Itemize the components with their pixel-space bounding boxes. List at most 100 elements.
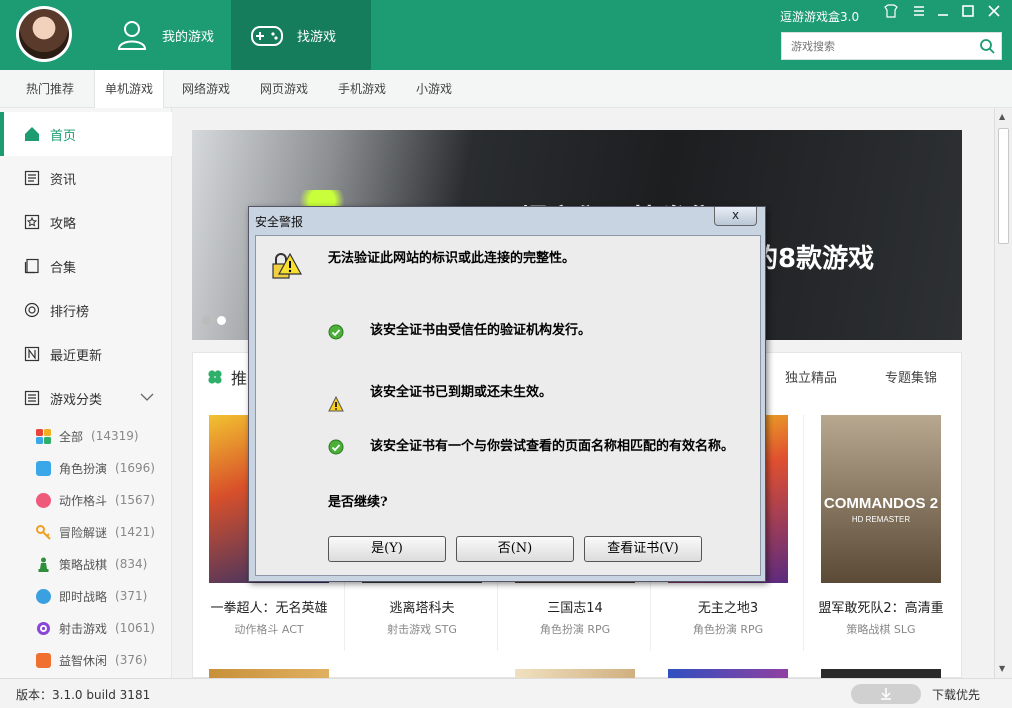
home-icon xyxy=(25,127,39,141)
check-icon xyxy=(328,324,344,340)
subnav-online[interactable]: 网络游戏 xyxy=(182,70,230,108)
avatar-image xyxy=(19,9,69,59)
subnav-single-player[interactable]: 单机游戏 xyxy=(94,70,165,109)
mask-icon xyxy=(36,460,51,476)
app-title: 逗游游戏盒3.0 xyxy=(780,10,860,24)
dialog-title: 安全警报 xyxy=(255,215,304,229)
new-icon xyxy=(24,346,40,362)
close-icon[interactable] xyxy=(985,4,1003,22)
sidebar-item-label: 合集 xyxy=(50,260,77,276)
continue-question: 是否继续? xyxy=(328,495,388,510)
game-name: 无主之地3 xyxy=(697,601,759,616)
yes-button[interactable]: 是(Y) xyxy=(328,536,446,562)
dialog-body: 无法验证此网站的标识或此连接的完整性。 该安全证书由受信任的验证机构发行。 该安… xyxy=(255,235,761,576)
search-icon[interactable] xyxy=(979,38,995,54)
category-adventure[interactable]: 冒险解谜 (1421) xyxy=(36,516,155,548)
download-icon xyxy=(881,688,891,700)
sidebar-item-collections[interactable]: 合集 xyxy=(0,244,172,288)
scroll-up-icon[interactable]: ▲ xyxy=(999,112,1005,121)
no-button[interactable]: 否(N) xyxy=(456,536,574,562)
subnav-web[interactable]: 网页游戏 xyxy=(260,70,308,108)
game-cover: COMMANDOS 2 HD REMASTER xyxy=(821,415,941,583)
panel-title-text: 推 xyxy=(231,369,248,388)
sidebar-item-label: 排行榜 xyxy=(50,304,90,320)
download-priority-toggle[interactable]: 下载优先 xyxy=(932,686,980,703)
security-alert-dialog: 安全警报 x 无法验证此网站的标识或此连接的完整性。 该安全证书由受信任的验证机… xyxy=(248,206,766,582)
carousel-dot[interactable] xyxy=(202,316,211,325)
target-icon xyxy=(37,621,50,635)
category-count: (376) xyxy=(115,653,148,667)
maximize-icon[interactable] xyxy=(959,4,977,22)
category-strategy[interactable]: 策略战棋 (834) xyxy=(36,548,147,580)
carousel-dot[interactable] xyxy=(217,316,226,325)
sidebar-item-categories[interactable]: 游戏分类 xyxy=(0,376,172,420)
category-label: 射击游戏 xyxy=(59,621,108,636)
category-label: 益智休闲 xyxy=(59,653,108,668)
tab-topics[interactable]: 专题集锦 xyxy=(885,367,937,386)
category-puzzle[interactable]: 益智休闲 (376) xyxy=(36,644,147,676)
sidebar-item-home[interactable]: 首页 xyxy=(0,112,172,156)
menu-icon[interactable] xyxy=(910,4,928,22)
star-icon xyxy=(24,214,40,230)
subnav-hot[interactable]: 热门推荐 xyxy=(26,70,74,108)
tab-find-games-label: 找游戏 xyxy=(297,29,337,45)
search-box xyxy=(781,32,1002,60)
game-card[interactable]: COMMANDOS 2 HD REMASTER 盟军敢死队2：高清重 策略战棋 … xyxy=(805,415,957,651)
sidebar-item-ranking[interactable]: 排行榜 xyxy=(0,288,172,332)
search-input[interactable] xyxy=(782,33,972,59)
user-icon xyxy=(117,21,147,50)
tab-indie[interactable]: 独立精品 xyxy=(785,367,837,386)
category-action[interactable]: 动作格斗 (1567) xyxy=(36,484,155,516)
medal-icon xyxy=(24,302,40,318)
app-header: 我的游戏 找游戏 逗游游戏盒3.0 xyxy=(0,0,1012,70)
game-tag: 角色扮演 RPG xyxy=(539,623,611,636)
game-name: 逃离塔科夫 xyxy=(389,601,455,616)
game-name: 盟军敢死队2：高清重 xyxy=(818,601,944,616)
tab-my-games-label: 我的游戏 xyxy=(162,29,215,45)
chevron-down-icon[interactable] xyxy=(140,392,154,402)
game-tag: 策略战棋 SLG xyxy=(846,623,916,636)
category-rts[interactable]: 即时战略 (371) xyxy=(36,580,147,612)
tab-my-games[interactable]: 我的游戏 xyxy=(96,0,236,70)
lock-warning-icon xyxy=(272,252,302,279)
sidebar-item-news[interactable]: 资讯 xyxy=(0,156,172,200)
category-label: 即时战略 xyxy=(59,589,108,604)
gamepad-icon xyxy=(251,26,283,46)
subnav-mobile[interactable]: 手机游戏 xyxy=(338,70,386,108)
sidebar-item-label: 最近更新 xyxy=(50,348,103,364)
scroll-down-icon[interactable]: ▼ xyxy=(999,664,1005,673)
status-bar: 版本：3.1.0 build 3181 下载优先 xyxy=(0,678,1012,708)
sidebar-item-label: 首页 xyxy=(50,128,77,144)
sidebar-item-label: 资讯 xyxy=(50,172,77,188)
tab-find-games[interactable]: 找游戏 xyxy=(231,0,371,70)
warning-icon xyxy=(328,396,344,412)
subnav-mini[interactable]: 小游戏 xyxy=(416,70,452,108)
cert-status-trusted: 该安全证书由受信任的验证机构发行。 xyxy=(370,323,592,338)
category-rpg[interactable]: 角色扮演 (1696) xyxy=(36,452,155,484)
category-label: 策略战棋 xyxy=(59,557,108,572)
dialog-close-button[interactable]: x xyxy=(714,207,757,226)
category-label: 角色扮演 xyxy=(59,461,108,476)
category-label: 冒险解谜 xyxy=(59,525,108,540)
dialog-header-message: 无法验证此网站的标识或此连接的完整性。 xyxy=(328,251,576,266)
scroll-thumb[interactable] xyxy=(998,128,1009,244)
sidebar-item-label: 攻略 xyxy=(50,216,77,232)
collection-icon xyxy=(24,258,39,274)
sidebar-item-guides[interactable]: 攻略 xyxy=(0,200,172,244)
scrollbar[interactable]: ▲ ▼ xyxy=(994,108,1012,678)
game-tag: 角色扮演 RPG xyxy=(692,623,764,636)
check-icon xyxy=(328,439,344,455)
category-nav: 热门推荐 单机游戏 网络游戏 网页游戏 手机游戏 小游戏 xyxy=(0,70,1012,109)
banner-subheadline: 的8款游戏 xyxy=(752,244,875,274)
skin-icon[interactable] xyxy=(882,4,900,22)
category-count: (14319) xyxy=(91,429,139,443)
download-button[interactable] xyxy=(851,684,921,704)
cert-status-expired: 该安全证书已到期或还未生效。 xyxy=(370,385,553,400)
category-shooter[interactable]: 射击游戏 (1061) xyxy=(36,612,155,644)
cert-status-name-match: 该安全证书有一个与你尝试查看的页面名称相匹配的有效名称。 xyxy=(370,439,735,454)
category-all[interactable]: 全部 (14319) xyxy=(36,420,139,452)
sidebar-item-recent[interactable]: 最近更新 xyxy=(0,332,172,376)
minimize-icon[interactable] xyxy=(934,4,952,22)
avatar[interactable] xyxy=(16,6,72,62)
view-certificate-button[interactable]: 查看证书(V) xyxy=(584,536,702,562)
